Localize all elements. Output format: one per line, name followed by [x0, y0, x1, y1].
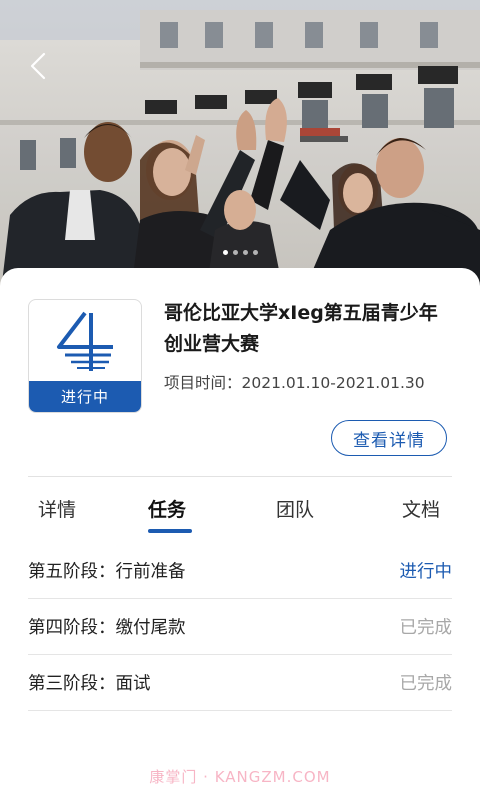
tab-details[interactable]: 详情: [38, 495, 76, 522]
tab-team[interactable]: 团队: [276, 495, 314, 522]
chevron-left-icon: [30, 52, 46, 80]
project-title: 哥伦比亚大学xIeg第五届青少年创业营大赛: [164, 302, 438, 355]
project-logo: 进行中: [28, 299, 142, 413]
project-time-range: 2021.01.10-2021.01.30: [241, 374, 425, 392]
task-row[interactable]: 第五阶段：行前准备 进行中: [28, 543, 452, 599]
tab-bar: 详情 任务 团队 文档: [0, 477, 480, 539]
task-name: 第三阶段：面试: [28, 674, 151, 694]
task-status: 进行中: [399, 562, 453, 582]
carousel-indicator: [0, 250, 480, 255]
task-row[interactable]: 第三阶段：面试 已完成: [28, 655, 452, 711]
task-name: 第五阶段：行前准备: [28, 562, 186, 582]
project-time: 项目时间：2021.01.10-2021.01.30: [164, 371, 425, 393]
task-list: 第五阶段：行前准备 进行中 第四阶段：缴付尾款 已完成 第三阶段：面试 已完成: [28, 543, 452, 711]
carousel-dot[interactable]: [232, 250, 238, 255]
project-logo-art: [29, 300, 141, 382]
watermark: 康掌门 · KANGZM.COM: [149, 768, 331, 786]
project-time-label: 项目时间：: [164, 374, 242, 392]
banner-photo: [0, 0, 480, 300]
carousel-dot[interactable]: [242, 250, 248, 255]
emblem-icon: [57, 311, 113, 371]
back-button[interactable]: [20, 48, 56, 84]
hero-banner[interactable]: [0, 0, 480, 300]
tab-documents[interactable]: 文档: [402, 495, 440, 522]
carousel-dot[interactable]: [252, 250, 258, 255]
task-name: 第四阶段：缴付尾款: [28, 618, 186, 638]
status-badge: 进行中: [29, 381, 141, 412]
project-card: 进行中 哥伦比亚大学xIeg第五届青少年创业营大赛 项目时间：2021.01.1…: [0, 268, 480, 800]
tab-tasks[interactable]: 任务: [148, 495, 186, 522]
active-tab-indicator: [148, 529, 192, 533]
task-status: 已完成: [399, 618, 453, 638]
task-status: 已完成: [399, 674, 453, 694]
task-row[interactable]: 第四阶段：缴付尾款 已完成: [28, 599, 452, 655]
view-details-button[interactable]: 查看详情: [331, 420, 447, 456]
carousel-dot[interactable]: [222, 250, 228, 255]
